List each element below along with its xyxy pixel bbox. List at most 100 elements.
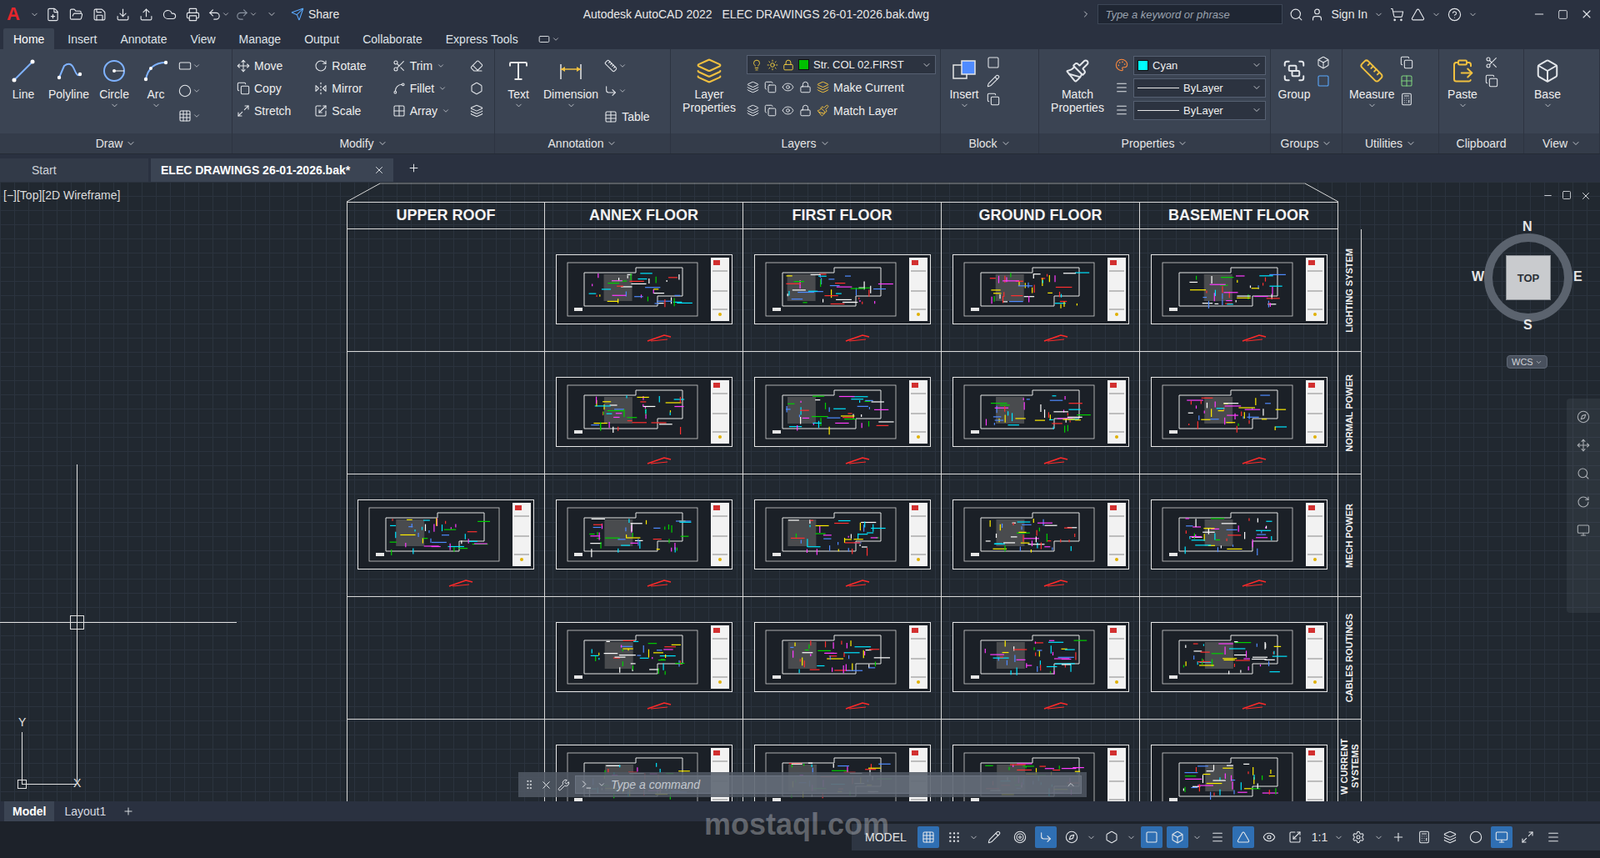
- quick-access-button[interactable]: [114, 4, 133, 25]
- measure-button[interactable]: Measure: [1346, 54, 1397, 110]
- status-toggle[interactable]: [1333, 825, 1344, 848]
- status-toggle[interactable]: [1166, 825, 1189, 848]
- close-tab-icon[interactable]: [373, 164, 385, 176]
- ribbon-tab[interactable]: Express Tools: [435, 28, 529, 50]
- annotation-scale[interactable]: 1:1: [1310, 830, 1330, 844]
- new-layout-button[interactable]: [115, 800, 141, 821]
- insert-button[interactable]: Insert: [945, 54, 984, 110]
- panel-title[interactable]: Utilities: [1342, 133, 1439, 154]
- drawing-sheet[interactable]: [1150, 744, 1328, 801]
- status-toggle[interactable]: [983, 825, 1005, 848]
- pan-icon[interactable]: [1576, 438, 1590, 452]
- ribbon-tool[interactable]: Stretch: [236, 100, 315, 121]
- layer-action-button[interactable]: Match Layer: [816, 100, 898, 121]
- status-toggle[interactable]: [1206, 825, 1229, 848]
- file-tab[interactable]: ELEC DRAWINGS 26-01-2026.bak*: [150, 158, 394, 182]
- drawing-sheet[interactable]: [754, 499, 931, 570]
- share-button[interactable]: Share: [290, 7, 340, 21]
- calculator-icon[interactable]: [1400, 92, 1414, 106]
- drawing-sheet[interactable]: [1150, 254, 1328, 325]
- ribbon-tool[interactable]: Trim: [392, 55, 470, 76]
- status-toggle[interactable]: [1490, 825, 1513, 848]
- ribbon-tool[interactable]: Rotate: [314, 55, 392, 76]
- linear-dimension-button[interactable]: [604, 55, 650, 76]
- file-tab[interactable]: Start: [0, 158, 149, 182]
- status-toggle[interactable]: [1258, 825, 1280, 848]
- ribbon-tool[interactable]: Dimension: [540, 54, 601, 110]
- ribbon-tool[interactable]: [470, 100, 490, 121]
- ribbon-tool[interactable]: Text: [499, 54, 538, 110]
- drawing-sheet[interactable]: [952, 254, 1130, 325]
- ribbon-tool[interactable]: Polyline: [45, 54, 92, 101]
- panel-title[interactable]: Modify: [232, 133, 495, 154]
- viewcube[interactable]: NSWETOPWCS: [1470, 219, 1587, 386]
- status-toggle[interactable]: [1232, 825, 1255, 848]
- ribbon-tab[interactable]: View: [180, 28, 225, 50]
- linetype-dropdown[interactable]: ByLayer: [1133, 100, 1266, 120]
- ribbon-tab[interactable]: Home: [3, 28, 55, 50]
- command-history-icon[interactable]: [1065, 779, 1076, 790]
- drawing-sheet[interactable]: [754, 621, 931, 692]
- ribbon-tool[interactable]: Array: [392, 100, 470, 121]
- table-button[interactable]: Table: [604, 105, 650, 127]
- panel-title[interactable]: Draw: [0, 133, 232, 154]
- lineweight-dropdown[interactable]: ByLayer: [1133, 78, 1266, 98]
- close-command-icon[interactable]: [540, 778, 553, 791]
- status-toggle[interactable]: [1009, 825, 1031, 848]
- status-toggle[interactable]: [1373, 825, 1384, 848]
- drawing-sheet[interactable]: [952, 621, 1130, 692]
- drawing-sheet[interactable]: [754, 254, 931, 325]
- status-toggle[interactable]: [1035, 825, 1057, 848]
- status-toggle[interactable]: [917, 825, 940, 848]
- quick-access-button[interactable]: [44, 4, 63, 25]
- edit-block-icon[interactable]: [986, 74, 1000, 88]
- layout-tab[interactable]: Layout1: [55, 800, 115, 821]
- undo-button[interactable]: [207, 4, 230, 25]
- cart-icon[interactable]: [1390, 7, 1405, 22]
- select-all-icon[interactable]: [1400, 55, 1414, 70]
- match-properties-button[interactable]: Match Properties: [1043, 54, 1112, 115]
- ribbon-tool[interactable]: Move: [236, 55, 315, 76]
- cut-icon[interactable]: [1485, 55, 1499, 70]
- drawing-sheet[interactable]: [1150, 621, 1328, 692]
- quick-access-button[interactable]: [90, 4, 110, 25]
- search-icon[interactable]: [1289, 7, 1304, 22]
- panel-title[interactable]: Groups: [1270, 133, 1342, 154]
- panel-title[interactable]: Annotation: [495, 133, 670, 154]
- drawing-sheet[interactable]: [555, 499, 733, 570]
- drawing-sheet[interactable]: [357, 499, 535, 570]
- quick-access-button[interactable]: [184, 4, 203, 25]
- status-toggle[interactable]: [1516, 825, 1539, 848]
- ribbon-tool[interactable]: Mirror: [314, 77, 392, 99]
- steering-wheel-icon[interactable]: [1576, 410, 1590, 424]
- ungroup-icon[interactable]: [1316, 55, 1330, 70]
- customize-command-icon[interactable]: [557, 778, 570, 791]
- base-button[interactable]: Base: [1528, 54, 1567, 110]
- sign-in-button[interactable]: Sign In: [1330, 7, 1368, 21]
- viewport-close-icon[interactable]: [1580, 190, 1592, 202]
- status-toggle[interactable]: [1284, 825, 1306, 848]
- status-toggle[interactable]: [943, 825, 965, 848]
- drawing-sheet[interactable]: [555, 254, 733, 325]
- ribbon-tab[interactable]: Insert: [57, 28, 107, 50]
- panel-title[interactable]: View: [1524, 133, 1600, 154]
- customize-button[interactable]: [262, 4, 281, 25]
- search-field[interactable]: Type a keyword or phrase: [1097, 4, 1283, 25]
- zoom-icon[interactable]: [1576, 466, 1590, 480]
- ribbon-tool[interactable]: Arc: [136, 54, 175, 110]
- status-toggle[interactable]: [1060, 825, 1083, 848]
- layer-properties-button[interactable]: Layer Properties: [675, 54, 744, 115]
- panel-title[interactable]: Block: [940, 133, 1039, 154]
- app-logo[interactable]: A: [6, 5, 20, 24]
- status-toggle[interactable]: [1387, 825, 1410, 848]
- drawing-sheet[interactable]: [1150, 376, 1328, 447]
- ribbon-tool[interactable]: Fillet: [392, 77, 470, 99]
- ribbon-tool[interactable]: [470, 55, 490, 76]
- ribbon-tool[interactable]: Copy: [236, 77, 315, 99]
- status-toggle[interactable]: [1439, 825, 1461, 848]
- viewport-controls-label[interactable]: [−][Top][2D Wireframe]: [3, 188, 120, 202]
- drawing-sheet[interactable]: [952, 499, 1130, 570]
- quick-access-button[interactable]: [137, 4, 156, 25]
- restore-icon[interactable]: [1557, 9, 1569, 20]
- redo-button[interactable]: [235, 4, 258, 25]
